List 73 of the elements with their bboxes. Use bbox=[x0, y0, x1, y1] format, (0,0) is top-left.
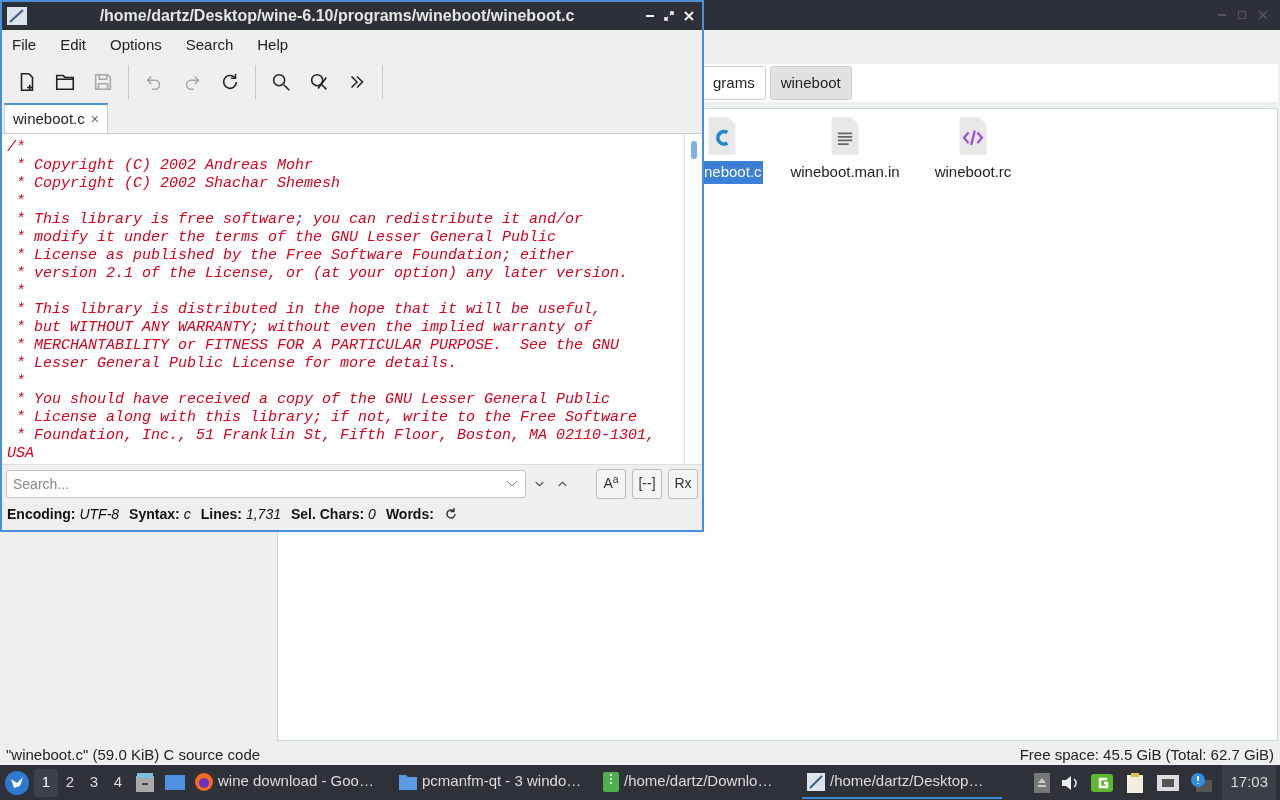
desktop-icon[interactable] bbox=[164, 772, 186, 793]
search-icon bbox=[270, 71, 292, 93]
search-field[interactable]: Search... bbox=[6, 469, 526, 498]
search-pencil-icon bbox=[308, 71, 330, 93]
status-label: Encoding: bbox=[7, 504, 76, 524]
clock[interactable]: 17:03 bbox=[1222, 765, 1276, 800]
file-cabinet-icon[interactable] bbox=[134, 771, 156, 794]
archive-icon bbox=[602, 770, 620, 793]
code-line: * License along with this library; if not, write to the Free Software bbox=[15, 409, 638, 427]
file-name[interactable]: neboot.c bbox=[703, 161, 763, 184]
status-text: "wineboot.c" (59.0 KiB) C source code bbox=[6, 744, 261, 765]
menu-item[interactable]: Help bbox=[257, 33, 289, 57]
code-line: * bbox=[15, 193, 25, 211]
status-value: UTF-8 bbox=[79, 504, 120, 524]
path-button[interactable]: wineboot bbox=[769, 66, 852, 100]
code-line: /* bbox=[7, 139, 25, 157]
code-line: * bbox=[15, 373, 25, 391]
desktop-switcher[interactable]: 2 bbox=[58, 768, 82, 797]
status-label: Syntax: bbox=[129, 504, 180, 524]
desktop-switcher[interactable]: 1 bbox=[34, 768, 58, 797]
code-line: USA bbox=[7, 445, 34, 463]
start-menu-icon[interactable] bbox=[4, 769, 30, 796]
search-option-button[interactable]: Rx bbox=[668, 468, 698, 499]
notification-icon[interactable] bbox=[1190, 771, 1215, 794]
status-label: Words: bbox=[385, 504, 434, 524]
desktop-switcher[interactable]: 3 bbox=[82, 768, 106, 797]
code-line: * modify it under the terms of the GNU Lesser General Public bbox=[15, 229, 557, 247]
code-line: * but WITHOUT ANY WARRANTY; without even the implied warranty of bbox=[15, 319, 593, 337]
dropdown-caret-icon[interactable] bbox=[506, 479, 518, 488]
letter-g-icon[interactable] bbox=[1090, 771, 1115, 794]
code-line: * MERCHANTABILITY or FITNESS FOR A PARTICULAR PURPOSE. See the GNU bbox=[15, 337, 620, 355]
search-option-button[interactable]: A$^{a}$ bbox=[596, 468, 626, 499]
taskbar-button[interactable]: /home/dartz/Downlo… bbox=[598, 766, 798, 799]
file-name[interactable]: wineboot.man.in bbox=[789, 161, 901, 184]
eject-icon[interactable] bbox=[1034, 772, 1051, 793]
code-line: * License as published by the Free Software Foundation; either bbox=[15, 247, 575, 265]
code-line: * version 2.1 of the License, or (at your option) any later version. bbox=[15, 265, 629, 283]
code-line: * Copyright (C) 2002 Shachar Shemesh bbox=[15, 175, 341, 193]
menu-item[interactable]: Search bbox=[185, 33, 234, 57]
tab-close[interactable]: × bbox=[90, 108, 99, 130]
code-line: * You should have received a copy of the GNU Lesser General Public bbox=[15, 391, 611, 409]
taskbar-button[interactable]: /home/dartz/Desktop… bbox=[802, 766, 1002, 799]
code-line: * bbox=[15, 283, 25, 301]
desktop-switcher[interactable]: 4 bbox=[106, 768, 130, 797]
menu-item[interactable]: Edit bbox=[60, 33, 87, 57]
text-editor-icon bbox=[6, 6, 28, 26]
network-icon[interactable] bbox=[1156, 772, 1181, 793]
search-option-button[interactable]: [--] bbox=[632, 468, 662, 499]
refresh-icon[interactable] bbox=[443, 507, 458, 521]
code-line: * This library is distributed in the hope that it will be useful, bbox=[15, 301, 602, 319]
menu-item[interactable]: Options bbox=[110, 33, 162, 57]
window-title: /home/dartz/Desktop/wine-6.10/programs/wineboot/wineboot.c bbox=[98, 6, 576, 26]
folder-icon bbox=[398, 772, 418, 791]
code-line: * This library is free software; you can redistribute it and/or bbox=[15, 211, 584, 229]
taskbar-button[interactable]: wine download - Goo… bbox=[190, 766, 390, 799]
taskbar-button[interactable]: pcmanfm-qt - 3 windo… bbox=[394, 766, 594, 799]
path-button[interactable]: grams bbox=[702, 66, 766, 100]
code-line: * Foundation, Inc., 51 Franklin St, Fifth Floor, Boston, MA 02110-1301, bbox=[15, 427, 656, 445]
save-icon bbox=[92, 71, 114, 93]
status-value: c bbox=[183, 504, 191, 524]
code-line: * Lesser General Public License for more details. bbox=[15, 355, 458, 373]
status-value: 1,731 bbox=[245, 504, 281, 524]
free-space-text: Free space: 45.5 GiB (Total: 62.7 GiB) bbox=[1019, 744, 1274, 765]
file-name[interactable]: wineboot.rc bbox=[933, 161, 1013, 184]
status-value: 0 bbox=[368, 504, 376, 524]
status-label: Lines: bbox=[200, 504, 242, 524]
code-line: * Copyright (C) 2002 Andreas Mohr bbox=[15, 157, 314, 175]
restore-icon[interactable] bbox=[664, 11, 674, 21]
document-tab[interactable]: wineboot.c × bbox=[4, 103, 108, 133]
browser-icon bbox=[194, 771, 214, 792]
text-editor-icon bbox=[806, 771, 826, 792]
menu-item[interactable]: File bbox=[12, 33, 37, 57]
status-label: Sel. Chars: bbox=[290, 504, 365, 524]
